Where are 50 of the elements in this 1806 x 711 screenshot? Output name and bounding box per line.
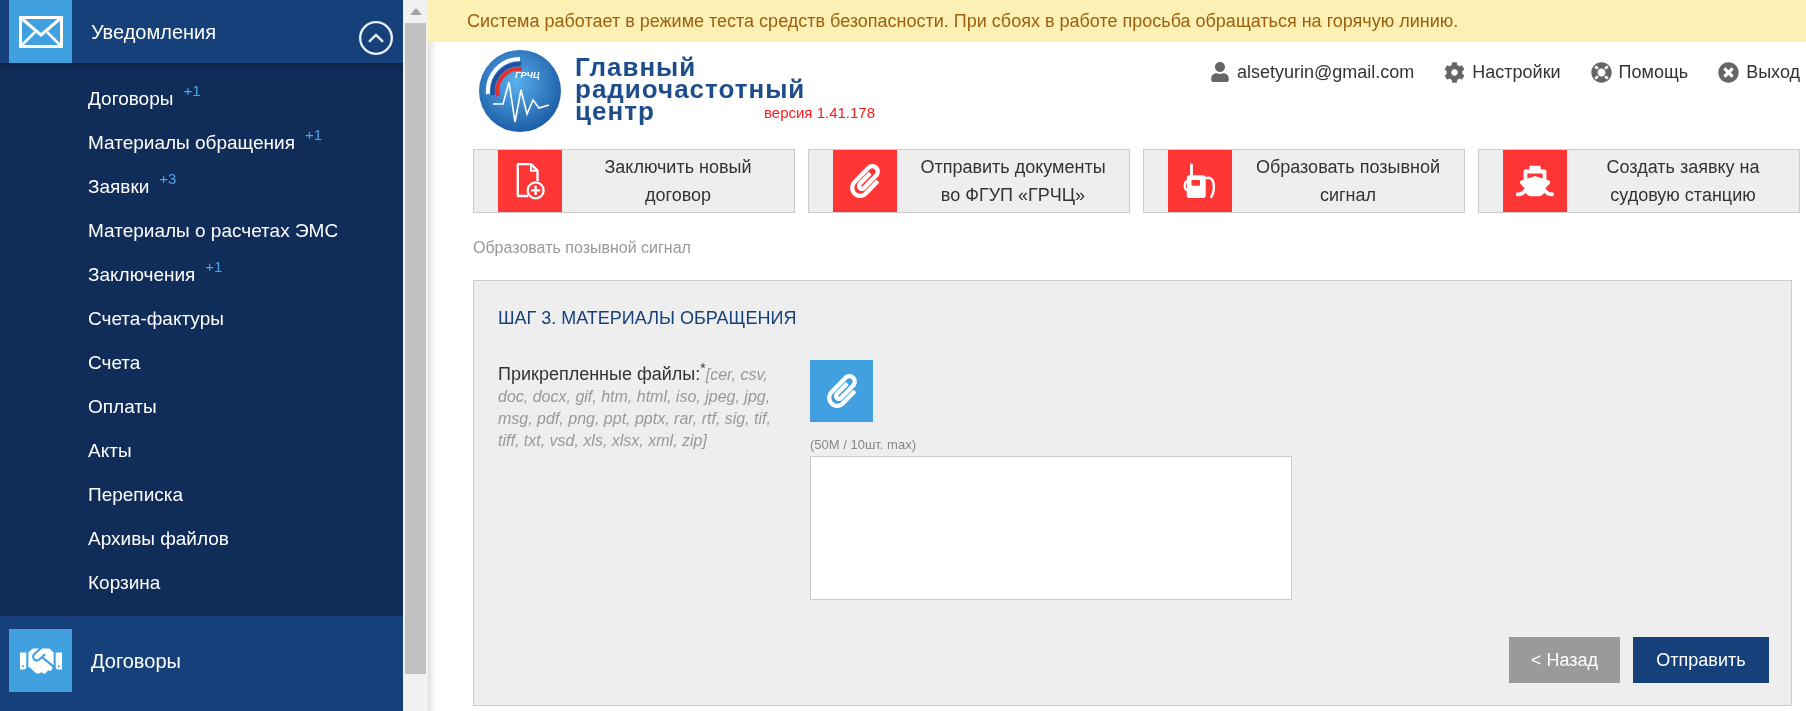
user-icon <box>1210 62 1230 82</box>
gear-icon <box>1444 61 1466 83</box>
action-button[interactable]: Заключить новый договор <box>473 149 795 213</box>
lifebuoy-icon <box>1590 61 1612 83</box>
document-plus-icon <box>498 150 562 212</box>
attachments-label: Прикрепленные файлы:$^{*}$[cer, csv, doc, docx, gif, htm, html, iso, jpeg, jpg, msg, pdf, png, ppt, pptx, rar, rtf, sig, tif, tiff, txt, vsd, xls, xlsx, xml, zip] <box>498 363 772 451</box>
sidebar-link[interactable]: Заключения <box>88 263 196 287</box>
sidebar-link[interactable]: Заявки <box>88 175 150 199</box>
sidebar-link[interactable]: Акты <box>88 439 132 463</box>
action-button[interactable]: Отправить документы во ФГУП «ГРЧЦ» <box>808 149 1130 213</box>
notification-count: +1 <box>183 82 201 100</box>
step-title: ШАГ 3. МАТЕРИАЛЫ ОБРАЩЕНИЯ <box>498 307 797 329</box>
logout-link[interactable]: Выход <box>1718 61 1800 83</box>
paperclip-icon <box>833 150 897 212</box>
sidebar-link[interactable]: Материалы о расчетах ЭМС <box>88 219 339 243</box>
section-title[interactable]: Договоры <box>91 648 181 673</box>
version-label: версия 1.41.178 <box>764 104 876 122</box>
notification-count: +1 <box>305 126 323 144</box>
ship-icon <box>1503 150 1567 212</box>
help-link[interactable]: Помощь <box>1590 61 1689 83</box>
sidebar-link[interactable]: Корзина <box>88 571 161 595</box>
attach-file-button[interactable] <box>810 360 873 422</box>
scrollbar-thumb[interactable] <box>405 23 426 674</box>
action-button[interactable]: Создать заявку на судовую станцию <box>1478 149 1800 213</box>
section-title[interactable]: Уведомления <box>91 19 217 44</box>
submit-button[interactable]: Отправить <box>1633 637 1769 683</box>
breadcrumb: Образовать позывной сигнал <box>473 238 691 258</box>
envelope-icon <box>9 0 72 63</box>
sidebar-link[interactable]: Договоры <box>88 87 174 111</box>
logo-text: Главный <box>575 56 697 78</box>
notification-count: +1 <box>205 258 223 276</box>
account-link[interactable]: alsetyurin@gmail.com <box>1210 61 1415 83</box>
handshake-icon <box>9 629 72 692</box>
settings-link[interactable]: Настройки <box>1444 61 1561 83</box>
sidebar-link[interactable]: Счета <box>88 351 141 375</box>
notice-banner: Система работает в режиме теста средств безопасности. При сбоях в работе просьба обращаться на горячую линию. <box>428 0 1806 42</box>
sidebar-link[interactable]: Счета-фактуры <box>88 307 224 331</box>
sidebar-link[interactable]: Переписка <box>88 483 184 507</box>
radio-icon <box>1168 150 1232 212</box>
sidebar-link[interactable]: Архивы файлов <box>88 527 229 551</box>
paperclip-icon <box>824 374 859 408</box>
notification-count: +3 <box>159 170 177 188</box>
emblem-text: ГРЧЦ <box>515 70 540 80</box>
file-limit-note: (50M / 10шт. max) <box>810 437 916 453</box>
sidebar-link[interactable]: Оплаты <box>88 395 157 419</box>
action-button[interactable]: Образовать позывной сигнал <box>1143 149 1465 213</box>
attached-files-field[interactable] <box>810 456 1292 600</box>
sidebar-link[interactable]: Материалы обращения <box>88 131 295 155</box>
scroll-up-arrow-icon[interactable] <box>409 8 422 15</box>
collapse-icon[interactable] <box>357 18 395 57</box>
